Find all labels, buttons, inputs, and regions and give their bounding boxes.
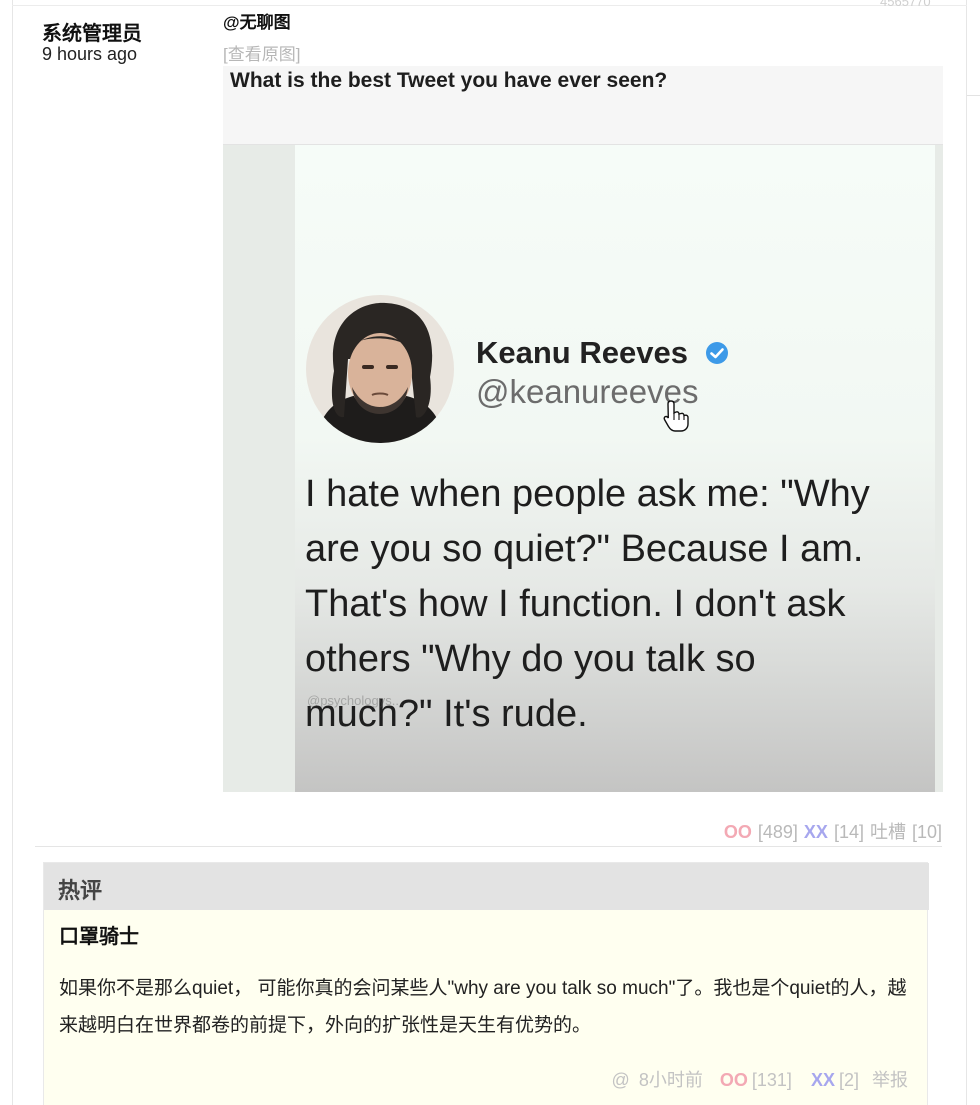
report-link[interactable]: 举报 (872, 1070, 908, 1090)
hot-comments-title: 热评 (58, 878, 103, 903)
hot-comments-box: 热评 口罩骑士 如果你不是那么quiet， 可能你真的会问某些人"why are… (43, 862, 929, 1105)
comment-meta: @ 8小时前 OO [131] XX [2] 举报 (612, 1066, 908, 1092)
tweet-card: Keanu Reeves @keanureeves I hate when pe… (295, 145, 935, 792)
xx-vote-button[interactable]: XX (804, 822, 828, 842)
xx-count: [14] (833, 822, 864, 842)
comments-link[interactable]: 吐槽 (870, 822, 906, 842)
post-vote-bar: OO [489] XX [14] 吐槽 [10] (724, 818, 942, 844)
verified-badge-icon (705, 341, 729, 365)
comment-text: 如果你不是那么quiet， 可能你真的会问某些人"why are you tal… (59, 978, 907, 1036)
comment-oo-vote-button[interactable]: OO (720, 1070, 748, 1090)
page-frame-right-tick (967, 95, 980, 96)
post-image[interactable]: What is the best Tweet you have ever see… (223, 66, 943, 792)
tweet-display-name: Keanu Reeves (476, 335, 688, 370)
post-author: 系统管理员 (42, 23, 142, 45)
post-id: 4565770 (880, 0, 931, 9)
hand-cursor-icon (663, 399, 689, 433)
post-time: 9 hours ago (42, 44, 138, 64)
comment-author: 口罩骑士 (59, 926, 139, 948)
hot-comments-header: 热评 (44, 863, 929, 910)
category-mention[interactable]: @无聊图 (223, 8, 291, 33)
comments-count: [10] (911, 822, 942, 842)
oo-count: [489] (757, 822, 798, 842)
post-divider (35, 846, 942, 847)
question-header: What is the best Tweet you have ever see… (223, 66, 943, 145)
reply-at-link[interactable]: @ (612, 1070, 630, 1090)
page-frame-right (966, 0, 967, 1105)
oo-vote-button[interactable]: OO (724, 822, 752, 842)
comment-xx-count: [2] (838, 1070, 859, 1090)
comment-xx-vote-button[interactable]: XX (811, 1070, 835, 1090)
question-text: What is the best Tweet you have ever see… (230, 69, 668, 92)
comment-oo-count: [131] (751, 1070, 792, 1090)
page-frame-left (12, 0, 13, 1105)
avatar (306, 295, 454, 443)
comment-time: 8小时前 (638, 1070, 703, 1090)
post-top-border (12, 5, 967, 6)
view-original-link[interactable]: [查看原图] (223, 40, 300, 65)
image-watermark: @psychologys... (307, 693, 403, 708)
